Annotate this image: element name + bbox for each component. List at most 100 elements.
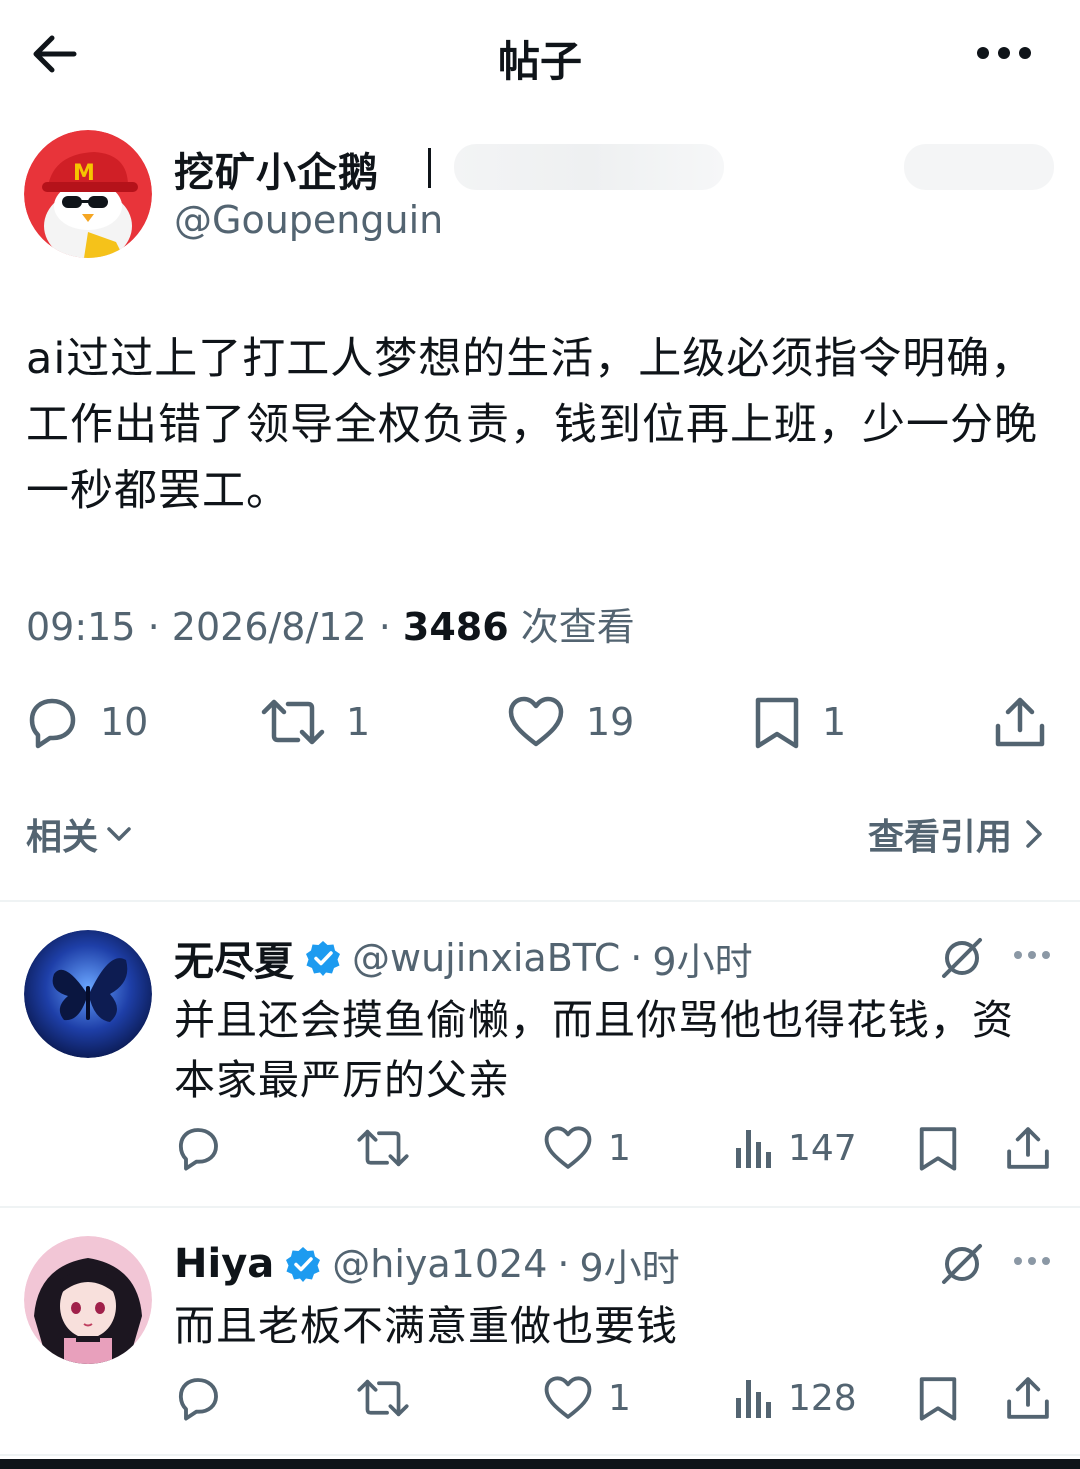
reply-icon xyxy=(178,1378,218,1421)
grok-icon xyxy=(942,938,982,978)
share-button[interactable] xyxy=(1004,1120,1052,1176)
bookmark-button[interactable] xyxy=(916,1120,960,1176)
bookmark-button[interactable] xyxy=(916,1370,960,1426)
share-button[interactable] xyxy=(992,690,1048,754)
like-count: 1 xyxy=(608,1127,631,1169)
share-button[interactable] xyxy=(1004,1370,1052,1426)
reply-header: Hiya @hiya1024 · 9小时 xyxy=(174,1236,680,1292)
like-button[interactable]: 19 xyxy=(506,690,634,754)
like-icon xyxy=(544,1376,592,1419)
penguin-avatar-image: M xyxy=(24,130,152,258)
bookmark-count: 1 xyxy=(822,700,847,744)
reply-text: 而且老板不满意重做也要钱 xyxy=(174,1302,678,1350)
related-dropdown[interactable]: 相关 xyxy=(26,808,134,860)
more-icon xyxy=(1014,951,1050,959)
reply-separator: · xyxy=(557,1242,570,1286)
reply-avatar[interactable] xyxy=(24,1236,152,1364)
divider xyxy=(0,900,1080,902)
reply-separator: · xyxy=(630,936,643,980)
butterfly-avatar-image xyxy=(24,930,152,1058)
reply-action-bar: 1 147 xyxy=(0,1120,1080,1176)
bottom-edge xyxy=(0,1459,1080,1469)
verified-icon xyxy=(306,941,340,976)
reply-author-name[interactable]: Hiya xyxy=(174,1241,274,1287)
reply-button[interactable] xyxy=(174,1370,222,1426)
more-icon xyxy=(977,47,1031,59)
post-date: 2026/8/12 xyxy=(171,605,367,649)
bookmark-button[interactable]: 1 xyxy=(752,690,846,754)
view-count: 3486 xyxy=(402,605,509,649)
reply-header: 无尽夏 @wujinxiaBTC · 9小时 xyxy=(174,930,753,986)
reply-more-button[interactable] xyxy=(1012,1252,1052,1271)
post-action-bar: 10 1 19 1 xyxy=(0,690,1080,754)
share-icon xyxy=(995,697,1045,747)
meta-separator: · xyxy=(378,605,391,649)
view-count: 128 xyxy=(788,1377,857,1419)
reply-button[interactable] xyxy=(174,1120,222,1176)
repost-icon xyxy=(261,699,325,745)
bookmark-icon xyxy=(919,1127,957,1171)
repost-button[interactable] xyxy=(356,1370,410,1426)
author-name[interactable]: 挖矿小企鹅 xyxy=(174,140,379,198)
repost-button[interactable] xyxy=(356,1120,410,1176)
like-count: 1 xyxy=(608,1377,631,1419)
author-avatar[interactable]: M xyxy=(24,130,152,258)
name-separator xyxy=(428,148,431,188)
post-text: ai过过上了打工人梦想的生活，上级必须指令明确，工作出错了领导全权负责，钱到位再… xyxy=(26,334,1038,516)
verified-icon xyxy=(286,1247,321,1282)
views-icon xyxy=(736,1380,771,1418)
share-icon xyxy=(1007,1377,1049,1419)
reply-more-button[interactable] xyxy=(1012,946,1052,965)
reply-avatar[interactable] xyxy=(24,930,152,1058)
chevron-down-icon xyxy=(107,827,131,841)
post-author: M 挖矿小企鹅 @Goupenguin xyxy=(24,130,1064,260)
reply-author-handle[interactable]: @wujinxiaBTC xyxy=(352,936,620,980)
blurred-region xyxy=(904,144,1054,190)
meta-separator: · xyxy=(147,605,160,649)
views-button[interactable]: 147 xyxy=(734,1120,857,1176)
page-title: 帖子 xyxy=(497,37,582,86)
chevron-right-icon xyxy=(1026,820,1042,848)
blurred-region xyxy=(454,144,724,190)
repost-count: 1 xyxy=(346,700,371,744)
repost-icon xyxy=(357,1129,409,1167)
view-quotes-label: 查看引用 xyxy=(867,817,1012,858)
post-meta: 09:15 · 2026/8/12 · 3486 次查看 xyxy=(26,596,635,651)
like-button[interactable]: 1 xyxy=(542,1120,631,1176)
reply-icon xyxy=(178,1128,218,1171)
reply-item[interactable]: 无尽夏 @wujinxiaBTC · 9小时 并且还会摸鱼偷懒，而且你骂他也得花… xyxy=(0,930,1080,1180)
view-label: 次查看 xyxy=(520,605,635,649)
views-button[interactable]: 128 xyxy=(734,1370,857,1426)
divider xyxy=(0,1454,1080,1456)
reply-text: 并且还会摸鱼偷懒，而且你骂他也得花钱，资本家最严厉的父亲 xyxy=(174,996,1014,1104)
anime-girl-avatar-image xyxy=(24,1236,152,1364)
view-count: 147 xyxy=(788,1127,857,1169)
reply-action-bar: 1 128 xyxy=(0,1370,1080,1426)
like-icon xyxy=(544,1126,592,1169)
grok-button[interactable] xyxy=(938,934,986,986)
post-time: 09:15 xyxy=(26,605,136,649)
author-handle[interactable]: @Goupenguin xyxy=(174,198,443,242)
view-quotes-link[interactable]: 查看引用 xyxy=(868,808,1044,860)
grok-button[interactable] xyxy=(938,1240,986,1292)
top-bar: 帖子 xyxy=(0,0,1080,110)
like-count: 19 xyxy=(586,700,635,744)
like-button[interactable]: 1 xyxy=(542,1370,631,1426)
reply-author-handle[interactable]: @hiya1024 xyxy=(332,1242,547,1286)
reply-author-name[interactable]: 无尽夏 xyxy=(174,929,294,987)
views-icon xyxy=(736,1130,771,1168)
reply-icon xyxy=(29,698,76,749)
bookmark-icon xyxy=(755,697,799,749)
bookmark-icon xyxy=(919,1377,957,1421)
divider xyxy=(0,1206,1080,1208)
reply-item[interactable]: Hiya @hiya1024 · 9小时 而且老板不满意重做也要钱 1 128 xyxy=(0,1236,1080,1446)
reply-time: 9小时 xyxy=(579,1245,680,1290)
more-icon xyxy=(1014,1257,1050,1265)
repost-icon xyxy=(357,1379,409,1417)
reply-button[interactable]: 10 xyxy=(24,690,148,754)
repost-button[interactable]: 1 xyxy=(260,690,370,754)
share-icon xyxy=(1007,1127,1049,1169)
more-button[interactable] xyxy=(974,38,1034,68)
like-icon xyxy=(508,696,564,747)
reply-time: 9小时 xyxy=(652,939,753,984)
